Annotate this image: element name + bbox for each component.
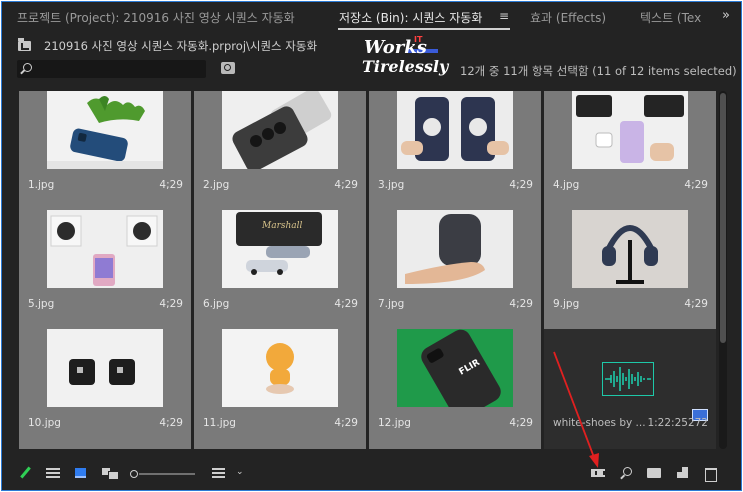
item-duration: 4;29: [684, 179, 708, 191]
tab-menu-icon[interactable]: ≡: [499, 9, 509, 23]
scrollbar-thumb[interactable]: [720, 93, 726, 343]
item-duration: 4;29: [334, 179, 358, 191]
thumbnail-image: Marshall: [222, 210, 338, 288]
item-duration: 1:22:25272: [647, 417, 708, 429]
rugged-phone-image: FLIR: [397, 329, 513, 407]
item-name: 12.jpg: [378, 417, 411, 429]
watermark-superscript: IT: [414, 35, 423, 44]
bin-bottom-toolbar: ⌄: [2, 458, 741, 490]
bin-icon-grid: 1.jpg 4;29 2.jpg 4;29 3.jpg 4;29 4.jpg 4…: [19, 91, 717, 450]
parent-bin-icon[interactable]: [18, 38, 31, 51]
keycaps-image: [47, 329, 163, 407]
item-name: 2.jpg: [203, 179, 230, 191]
item-duration: 4;29: [509, 417, 533, 429]
item-name: white-shoes by ...: [553, 417, 646, 429]
grid-item[interactable]: 9.jpg 4;29: [544, 210, 716, 330]
watermark-line2: Tirelessly: [362, 57, 449, 76]
grid-item[interactable]: 3.jpg 4;29: [369, 91, 541, 211]
grid-item[interactable]: 7.jpg 4;29: [369, 210, 541, 330]
search-input[interactable]: [39, 60, 199, 78]
icon-view-icon[interactable]: [74, 466, 90, 480]
item-duration: 4;29: [509, 298, 533, 310]
item-name: 9.jpg: [553, 298, 580, 310]
item-name: 3.jpg: [378, 179, 405, 191]
thumbnail-image: [397, 210, 513, 288]
thumbnail-image: [222, 91, 338, 169]
grid-item[interactable]: 10.jpg 4;29: [19, 329, 191, 449]
hand-speaker-image: [397, 210, 513, 288]
pencil-icon[interactable]: [18, 466, 34, 480]
item-duration: 4;29: [159, 417, 183, 429]
marshall-speaker-cars-image: Marshall: [222, 210, 338, 288]
thumbnail-image: [47, 329, 163, 407]
zoom-slider[interactable]: [130, 470, 196, 478]
speakers-phone-image: [47, 210, 163, 288]
freeform-view-icon[interactable]: [102, 466, 119, 480]
grid-item[interactable]: 4.jpg 4;29: [544, 91, 716, 211]
tab-effects[interactable]: 효과 (Effects): [530, 9, 606, 26]
active-tab-indicator: [338, 28, 510, 30]
new-bin-icon[interactable]: [647, 466, 663, 480]
search-icon: [23, 63, 32, 72]
figure-toy-image: [222, 329, 338, 407]
item-name: 5.jpg: [28, 298, 55, 310]
grid-item[interactable]: 1.jpg 4;29: [19, 91, 191, 211]
search-box: [17, 60, 206, 78]
item-duration: 4;29: [159, 298, 183, 310]
project-panel: 프로젝트 (Project): 210916 사진 영상 시퀀스 자동화 저장소…: [1, 1, 742, 491]
item-name: 7.jpg: [378, 298, 405, 310]
sort-icon[interactable]: [212, 466, 228, 480]
grid-item[interactable]: 2.jpg 4;29: [194, 91, 366, 211]
bin-path: 210916 사진 영상 시퀀스 자동화.prproj\시퀀스 자동화: [44, 39, 318, 53]
panel-tab-bar: 프로젝트 (Project): 210916 사진 영상 시퀀스 자동화 저장소…: [2, 2, 741, 32]
phone-camera-image: [222, 91, 338, 169]
selection-count: 12개 중 11개 항목 선택함 (11 of 12 items selecte…: [460, 64, 737, 78]
find-folder-icon[interactable]: [221, 62, 235, 74]
chevron-down-icon[interactable]: ⌄: [236, 467, 244, 477]
thumbnail-image: [222, 329, 338, 407]
grid-item[interactable]: FLIR 12.jpg 4;29: [369, 329, 541, 449]
grid-item[interactable]: 11.jpg 4;29: [194, 329, 366, 449]
speaker-earbuds-image: [572, 91, 688, 169]
item-name: 1.jpg: [28, 179, 55, 191]
tab-text[interactable]: 텍스트 (Tex: [640, 9, 701, 26]
item-duration: 4;29: [509, 179, 533, 191]
watermark-logo: Works IT Tirelessly: [360, 35, 450, 81]
zoom-slider-handle[interactable]: [130, 470, 138, 478]
grid-item-audio[interactable]: white-shoes by ... 1:22:25272: [544, 329, 716, 449]
item-name: 6.jpg: [203, 298, 230, 310]
find-icon[interactable]: [619, 466, 635, 480]
waveform-icon: [605, 367, 651, 391]
thumbnail-image: [47, 210, 163, 288]
trash-icon[interactable]: [703, 466, 719, 482]
grid-item[interactable]: Marshall 6.jpg 4;29: [194, 210, 366, 330]
list-view-icon[interactable]: [46, 466, 62, 480]
thumbnail-image: [572, 210, 688, 288]
tab-bin[interactable]: 저장소 (Bin): 시퀀스 자동화: [339, 9, 482, 26]
phone-cases-image: [397, 91, 513, 169]
item-name: 4.jpg: [553, 179, 580, 191]
zoom-slider-track[interactable]: [139, 473, 195, 475]
grid-item[interactable]: 5.jpg 4;29: [19, 210, 191, 330]
thumbnail-image: [397, 91, 513, 169]
audio-waveform-thumbnail: [602, 362, 654, 396]
item-duration: 4;29: [159, 179, 183, 191]
tab-project[interactable]: 프로젝트 (Project): 210916 사진 영상 시퀀스 자동화: [17, 9, 295, 26]
item-duration: 4;29: [334, 298, 358, 310]
item-name: 10.jpg: [28, 417, 61, 429]
vertical-scrollbar[interactable]: [719, 91, 727, 449]
headphones-stand-image: [572, 210, 688, 288]
automate-to-sequence-icon[interactable]: [591, 466, 607, 480]
new-item-icon[interactable]: [675, 466, 691, 480]
thumbnail-image: [572, 91, 688, 169]
svg-text:Marshall: Marshall: [261, 221, 303, 231]
thumbnail-image: FLIR: [397, 329, 513, 407]
phone-on-table-image: [47, 91, 163, 169]
item-name: 11.jpg: [203, 417, 236, 429]
tab-overflow-icon[interactable]: »: [722, 8, 730, 23]
thumbnail-image: [47, 91, 163, 169]
item-duration: 4;29: [334, 417, 358, 429]
item-duration: 4;29: [684, 298, 708, 310]
